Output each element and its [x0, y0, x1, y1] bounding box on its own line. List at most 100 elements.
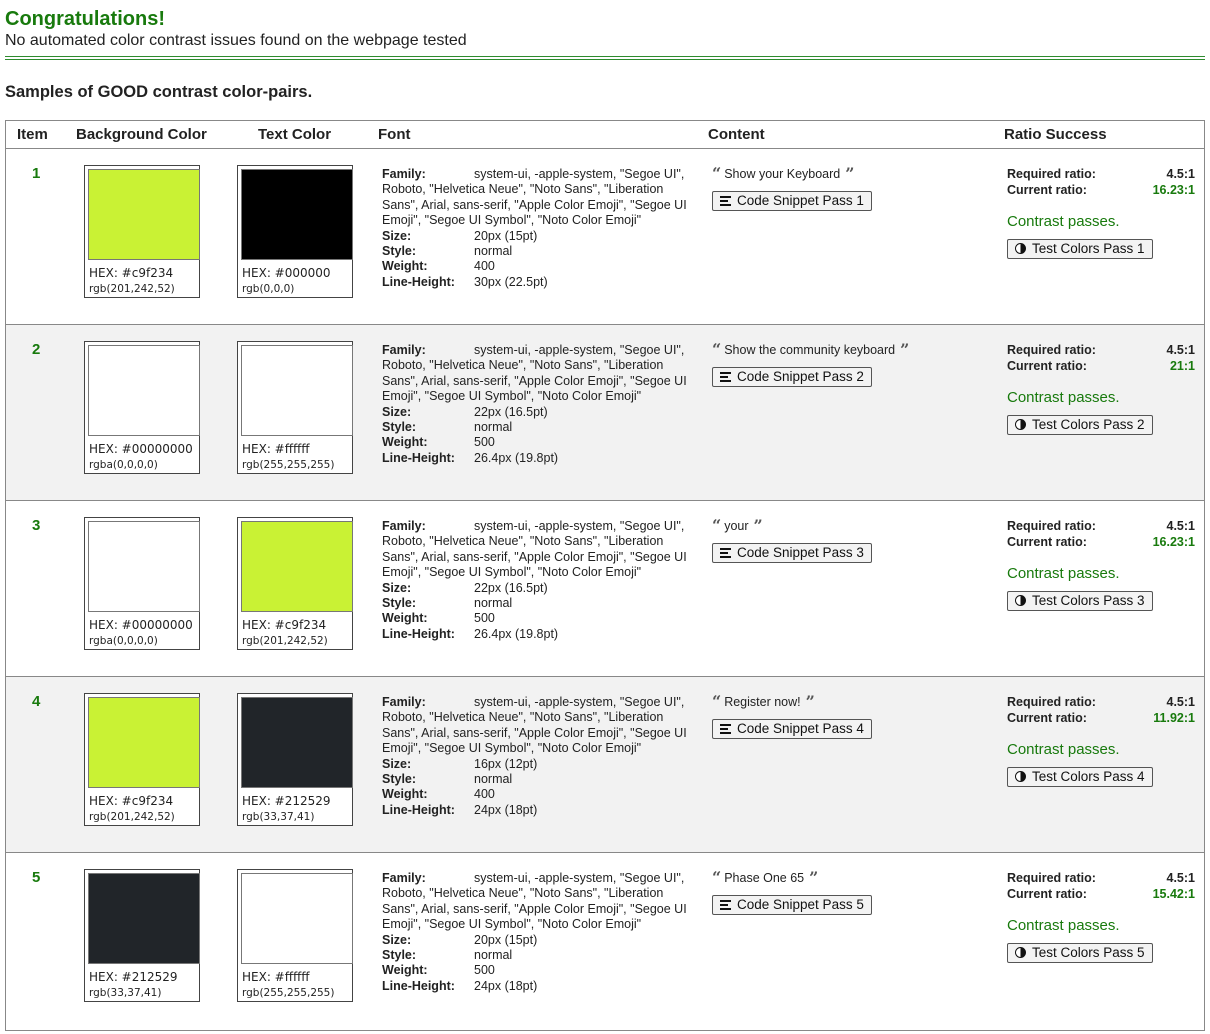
text-swatch — [241, 873, 353, 964]
content-sample: “ Register now! ” Code Snippet Pass 4 — [712, 692, 962, 739]
weight-label: Weight: — [382, 611, 428, 626]
test-colors-button[interactable]: Test Colors Pass 4 — [1007, 767, 1153, 787]
required-ratio-label: Required ratio: — [1007, 695, 1096, 709]
size-value: 20px (15pt) — [474, 932, 538, 947]
test-colors-button[interactable]: Test Colors Pass 2 — [1007, 415, 1153, 435]
text-swatch — [241, 521, 353, 612]
current-ratio: Current ratio: 15.42:1 — [1007, 887, 1195, 903]
required-ratio: Required ratio: 4.5:1 — [1007, 167, 1195, 183]
font-details: Family: system-ui, -apple-system, "Segoe … — [382, 519, 687, 642]
item-number: 3 — [32, 517, 41, 534]
required-ratio-value: 4.5:1 — [1166, 695, 1196, 709]
test-colors-button[interactable]: Test Colors Pass 1 — [1007, 239, 1153, 259]
align-left-icon — [720, 899, 731, 910]
font-size: Size: 22px (16.5pt) — [382, 405, 687, 420]
text-rgb: rgb(201,242,52) — [242, 635, 328, 647]
quote-text: Show the community keyboard — [724, 343, 896, 357]
code-snippet-button[interactable]: Code Snippet Pass 2 — [712, 367, 872, 387]
font-size: Size: 16px (12pt) — [382, 757, 687, 772]
font-style: Style: normal — [382, 420, 687, 435]
open-quote-icon: “ — [712, 868, 721, 887]
ratio-success: Required ratio: 4.5:1 Current ratio: 11.92… — [1007, 695, 1195, 787]
style-value: normal — [474, 420, 513, 435]
ratio-success: Required ratio: 4.5:1 Current ratio: 16.23… — [1007, 519, 1195, 611]
font-family: Family: system-ui, -apple-system, "Segoe … — [382, 167, 687, 229]
contrast-passes-text: Contrast passes. — [1007, 565, 1120, 582]
contrast-icon — [1015, 419, 1026, 430]
samples-title: Samples of GOOD contrast color-pairs. — [5, 83, 313, 101]
text-color-sample: HEX: #212529 rgb(33,37,41) — [237, 693, 353, 826]
test-colors-label: Test Colors Pass 2 — [1032, 417, 1145, 432]
background-rgb: rgba(0,0,0,0) — [89, 459, 158, 471]
table-row: 2 HEX: #00000000 rgba(0,0,0,0) HEX: #fff… — [6, 325, 1204, 501]
align-left-icon — [720, 371, 731, 382]
result-subtitle: No automated color contrast issues found… — [5, 32, 467, 49]
size-value: 22px (16.5pt) — [474, 580, 548, 595]
close-quote-icon: ” — [753, 516, 763, 535]
style-label: Style: — [382, 420, 417, 435]
required-ratio: Required ratio: 4.5:1 — [1007, 519, 1195, 535]
open-quote-icon: “ — [712, 340, 721, 359]
weight-value: 400 — [474, 787, 495, 802]
required-ratio-label: Required ratio: — [1007, 519, 1096, 533]
weight-value: 500 — [474, 963, 495, 978]
test-colors-label: Test Colors Pass 5 — [1032, 945, 1145, 960]
size-value: 22px (16.5pt) — [474, 404, 548, 419]
table-row: 3 HEX: #00000000 rgba(0,0,0,0) HEX: #c9f… — [6, 501, 1204, 677]
test-colors-label: Test Colors Pass 4 — [1032, 769, 1145, 784]
text-color-sample: HEX: #ffffff rgb(255,255,255) — [237, 341, 353, 474]
size-label: Size: — [382, 404, 412, 419]
font-family: Family: system-ui, -apple-system, "Segoe … — [382, 519, 687, 581]
family-label: Family: — [382, 519, 426, 533]
text-color-sample: HEX: #000000 rgb(0,0,0) — [237, 165, 353, 298]
line-height-value: 26.4px (19.8pt) — [474, 450, 559, 465]
test-colors-button[interactable]: Test Colors Pass 5 — [1007, 943, 1153, 963]
line-height-label: Line-Height: — [382, 802, 455, 817]
code-snippet-label: Code Snippet Pass 5 — [737, 897, 864, 912]
test-colors-label: Test Colors Pass 3 — [1032, 593, 1145, 608]
style-value: normal — [474, 772, 513, 787]
font-line-height: Line-Height: 26.4px (19.8pt) — [382, 451, 687, 466]
open-quote-icon: “ — [712, 692, 721, 711]
code-snippet-button[interactable]: Code Snippet Pass 5 — [712, 895, 872, 915]
current-ratio-value: 16.23:1 — [1152, 182, 1195, 197]
current-ratio: Current ratio: 11.92:1 — [1007, 711, 1195, 727]
current-ratio: Current ratio: 21:1 — [1007, 359, 1195, 375]
code-snippet-button[interactable]: Code Snippet Pass 3 — [712, 543, 872, 563]
family-label: Family: — [382, 871, 426, 885]
code-snippet-button[interactable]: Code Snippet Pass 4 — [712, 719, 872, 739]
content-quote: “ Register now! ” — [712, 692, 962, 711]
text-swatch — [241, 169, 353, 260]
item-number: 5 — [32, 869, 41, 886]
current-ratio: Current ratio: 16.23:1 — [1007, 535, 1195, 551]
line-height-label: Line-Height: — [382, 450, 455, 465]
line-height-label: Line-Height: — [382, 626, 455, 641]
weight-label: Weight: — [382, 435, 428, 450]
ratio-success: Required ratio: 4.5:1 Current ratio: 16.23… — [1007, 167, 1195, 259]
current-ratio: Current ratio: 16.23:1 — [1007, 183, 1195, 199]
text-swatch — [241, 697, 353, 788]
font-size: Size: 20px (15pt) — [382, 933, 687, 948]
content-sample: “ your ” Code Snippet Pass 3 — [712, 516, 962, 563]
style-label: Style: — [382, 596, 417, 611]
size-value: 20px (15pt) — [474, 228, 538, 243]
size-label: Size: — [382, 756, 412, 771]
background-color-sample: HEX: #c9f234 rgb(201,242,52) — [84, 165, 200, 298]
background-color-sample: HEX: #00000000 rgba(0,0,0,0) — [84, 341, 200, 474]
background-swatch — [88, 169, 200, 260]
background-color-sample: HEX: #c9f234 rgb(201,242,52) — [84, 693, 200, 826]
style-label: Style: — [382, 948, 417, 963]
required-ratio-label: Required ratio: — [1007, 167, 1096, 181]
code-snippet-button[interactable]: Code Snippet Pass 1 — [712, 191, 872, 211]
contrast-passes-text: Contrast passes. — [1007, 213, 1120, 230]
table-row: 5 HEX: #212529 rgb(33,37,41) HEX: #fffff… — [6, 853, 1204, 1030]
text-color-sample: HEX: #c9f234 rgb(201,242,52) — [237, 517, 353, 650]
text-hex: HEX: #212529 — [242, 794, 331, 808]
code-snippet-label: Code Snippet Pass 4 — [737, 721, 864, 736]
family-label: Family: — [382, 167, 426, 181]
text-rgb: rgb(255,255,255) — [242, 459, 335, 471]
test-colors-button[interactable]: Test Colors Pass 3 — [1007, 591, 1153, 611]
font-family: Family: system-ui, -apple-system, "Segoe … — [382, 871, 687, 933]
style-label: Style: — [382, 772, 417, 787]
column-text-color: Text Color — [258, 126, 332, 143]
